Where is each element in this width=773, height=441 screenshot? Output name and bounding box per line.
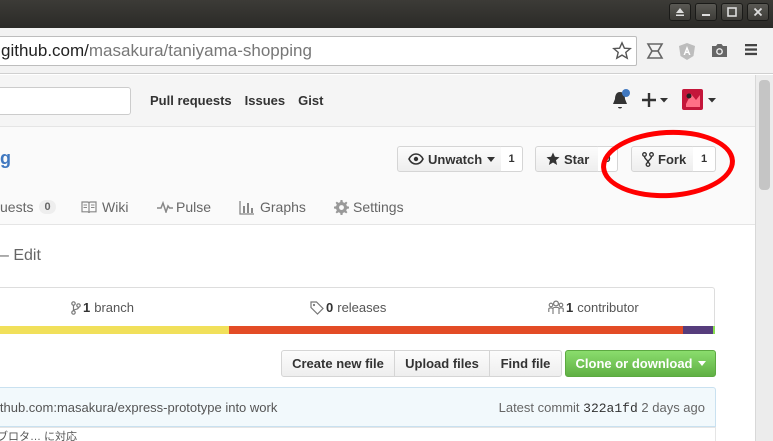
- nav-pull-requests[interactable]: Pull requests: [150, 93, 232, 108]
- tab-settings[interactable]: Settings: [334, 199, 404, 215]
- graph-icon: [239, 200, 254, 215]
- url-host: github.com/: [1, 41, 89, 60]
- commit-meta: Latest commit 322a1fd 2 days ago: [499, 400, 705, 416]
- search-input[interactable]: [0, 87, 131, 115]
- contributor-count: 1: [566, 300, 574, 315]
- window-maximize-button[interactable]: [721, 3, 743, 21]
- fork-label: Fork: [658, 151, 687, 167]
- chevron-down-icon: [697, 361, 706, 366]
- commit-tease: ithub.com:masakura/express-prototype int…: [0, 387, 716, 427]
- language-bar[interactable]: [0, 326, 715, 334]
- language-segment-css: [683, 326, 713, 334]
- gear-icon: [334, 199, 349, 215]
- find-file-button[interactable]: Find file: [489, 350, 562, 377]
- star-outline-icon: [612, 41, 632, 60]
- maximize-icon: [727, 7, 737, 17]
- tab-pulse-label: Pulse: [176, 199, 212, 215]
- nav-gist[interactable]: Gist: [298, 93, 323, 108]
- tab-pulse[interactable]: Pulse: [157, 199, 211, 215]
- tag-icon: [310, 300, 324, 315]
- pull-requests-counter: 0: [39, 200, 56, 214]
- create-new-file-button[interactable]: Create new file: [281, 350, 395, 377]
- file-row-text: ブロタ… に対応: [0, 431, 78, 441]
- plus-icon: [642, 93, 668, 107]
- close-icon: [753, 7, 763, 17]
- fork-icon: [642, 151, 654, 167]
- window-controls: [669, 3, 769, 21]
- page-scrollbar[interactable]: [755, 75, 773, 441]
- window-close-button[interactable]: [747, 3, 769, 21]
- tab-pull-requests-label: uests: [0, 199, 34, 215]
- address-bar[interactable]: github.com/masakura/taniyama-shopping: [0, 36, 637, 66]
- user-avatar-dropdown[interactable]: [682, 89, 718, 114]
- language-segment-shell: [713, 326, 715, 334]
- repo-description-edit[interactable]: – Edit: [0, 247, 41, 265]
- chevron-down-icon: [487, 156, 496, 162]
- tab-settings-label: Settings: [353, 199, 404, 215]
- repo-name-link[interactable]: g: [0, 148, 11, 169]
- branch-icon: [71, 300, 81, 315]
- branch-count: 1: [83, 300, 91, 315]
- numbers-summary: 1 branch 0 releases 1 contributor: [0, 287, 715, 327]
- fork-button[interactable]: Fork 1: [631, 146, 716, 172]
- commit-age: 2 days ago: [641, 400, 705, 415]
- stargazers-count[interactable]: 0: [598, 146, 618, 172]
- releases-label: releases: [337, 300, 387, 315]
- extension-bookmark-icon[interactable]: [646, 42, 664, 63]
- file-row[interactable]: ブロタ… に対応: [0, 427, 716, 441]
- organization-icon: [548, 300, 564, 314]
- latest-commit-label: Latest commit: [498, 400, 580, 415]
- minimize-icon: [702, 14, 710, 16]
- clone-label: Clone or download: [575, 356, 693, 371]
- branches-link[interactable]: 1 branch: [71, 300, 134, 315]
- avatar: [682, 89, 716, 110]
- file-navigation: Create new file Upload files Find file: [281, 350, 562, 377]
- browser-toolbar: github.com/masakura/taniyama-shopping: [0, 28, 773, 74]
- tab-graphs-label: Graphs: [260, 199, 306, 215]
- pulse-icon: [157, 201, 173, 213]
- window-minimize-button[interactable]: [695, 3, 717, 21]
- github-header: Pull requests Issues Gist: [0, 75, 755, 127]
- angular-extension-icon[interactable]: [678, 42, 696, 64]
- contributors-link[interactable]: 1 contributor: [548, 300, 639, 315]
- new-dropdown-button[interactable]: [642, 92, 668, 111]
- tab-wiki-label: Wiki: [102, 199, 129, 215]
- nav-issues[interactable]: Issues: [245, 93, 285, 108]
- window-titlebar: [0, 0, 773, 28]
- window-menu-button[interactable]: [669, 3, 691, 21]
- eject-icon: [676, 8, 684, 16]
- releases-count: 0: [326, 300, 334, 315]
- bookmark-star-button[interactable]: [612, 41, 632, 65]
- contributor-label: contributor: [577, 300, 639, 315]
- branch-label: branch: [94, 300, 134, 315]
- bell-icon: [613, 89, 630, 109]
- scrollbar-thumb[interactable]: [759, 80, 770, 190]
- eye-icon: [408, 153, 424, 165]
- commit-sha-link[interactable]: 322a1fd: [583, 401, 638, 416]
- header-nav: Pull requests Issues Gist: [150, 93, 336, 108]
- releases-link[interactable]: 0 releases: [310, 300, 386, 315]
- language-segment-javascript: [0, 326, 229, 334]
- language-segment-html: [229, 326, 683, 334]
- book-icon: [81, 201, 97, 214]
- notifications-button[interactable]: [610, 89, 632, 114]
- forks-count[interactable]: 1: [693, 146, 716, 172]
- repo-header: g Unwatch 1 Star 0 Fork 1 uests 0 Wiki P…: [0, 127, 755, 225]
- star-label: Star: [564, 151, 590, 167]
- star-icon: [546, 152, 560, 165]
- watchers-count[interactable]: 1: [501, 146, 523, 172]
- tab-wiki[interactable]: Wiki: [81, 199, 128, 215]
- unwatch-label: Unwatch: [428, 151, 483, 167]
- commit-message-link[interactable]: ithub.com:masakura/express-prototype int…: [0, 400, 277, 415]
- star-button[interactable]: Star 0: [535, 146, 618, 172]
- tab-graphs[interactable]: Graphs: [239, 199, 306, 215]
- browser-menu-icon[interactable]: [744, 42, 758, 60]
- camera-icon[interactable]: [710, 42, 729, 62]
- url-path: masakura/taniyama-shopping: [88, 41, 312, 60]
- upload-files-button[interactable]: Upload files: [394, 350, 490, 377]
- clone-or-download-button[interactable]: Clone or download: [565, 350, 716, 377]
- unwatch-button[interactable]: Unwatch 1: [397, 146, 523, 172]
- tab-pull-requests[interactable]: uests 0: [0, 199, 56, 215]
